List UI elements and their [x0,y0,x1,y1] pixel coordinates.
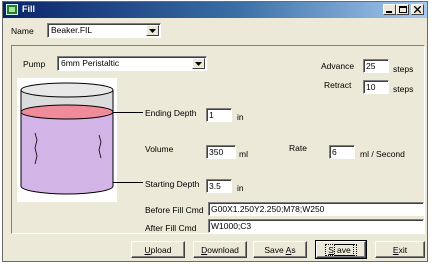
advance-input[interactable]: 25 [363,59,389,73]
save-as-label: Save As [264,244,296,255]
save-button[interactable]: Save [315,240,367,259]
advance-label: Advance [321,61,355,71]
upload-label: Upload [144,244,172,255]
name-value: Beaker.FIL [51,25,93,35]
ending-depth-input[interactable]: 1 [206,108,232,122]
pump-combo[interactable]: 6mm Peristaltic [57,56,207,71]
app-fill-icon [6,4,18,15]
title-bar[interactable]: Fill [3,2,427,18]
pump-label: Pump [23,59,46,69]
save-as-button[interactable]: Save As [253,241,307,258]
name-dropdown-button[interactable] [146,25,159,36]
pump-value: 6mm Peristaltic [61,58,120,68]
minimize-icon [386,11,392,13]
starting-depth-unit: in [237,183,244,193]
download-label: Download [201,244,239,255]
ending-depth-label: Ending Depth [145,108,197,118]
rate-input[interactable]: 6 [329,145,355,159]
window-controls [383,4,424,15]
exit-label: Exit [392,244,408,255]
volume-label: Volume [145,144,174,154]
maximize-icon [398,6,407,13]
starting-depth-label: Starting Depth [145,179,200,189]
starting-depth-input[interactable]: 3.5 [206,179,232,193]
name-combo[interactable]: Beaker.FIL [47,23,161,38]
minimize-button[interactable] [383,4,396,15]
close-button[interactable] [411,4,424,15]
retract-input[interactable]: 10 [363,80,389,94]
dropdown-arrow-icon [195,61,202,66]
after-fill-label: After Fill Cmd [145,223,197,233]
volume-unit: ml [239,149,248,159]
rate-label: Rate [289,143,307,153]
rate-unit: ml / Second [360,149,405,159]
advance-unit: steps [393,64,414,74]
exit-button[interactable]: Exit [375,241,425,258]
upload-button[interactable]: Upload [131,241,185,258]
before-fill-label: Before Fill Cmd [145,205,204,215]
before-fill-input[interactable]: G00X1.250Y2.250;M78;W250 [208,202,424,216]
after-fill-input[interactable]: W1000;C3 [208,219,424,233]
close-icon [414,6,421,13]
save-label: Save [325,243,357,256]
maximize-button[interactable] [396,4,409,15]
starting-depth-leader [113,182,143,183]
fill-window: Fill Name Beaker.FIL Pump 6mm Peristalti… [2,1,428,262]
ending-depth-leader [113,112,143,113]
name-label: Name [11,26,34,36]
ending-depth-unit: in [237,112,244,122]
dropdown-arrow-icon [149,28,156,33]
retract-unit: steps [393,84,414,94]
download-button[interactable]: Download [193,241,247,258]
window-title: Fill [22,4,35,14]
tank-graphic [17,78,117,202]
volume-input[interactable]: 350 [206,145,236,159]
pump-dropdown-button[interactable] [192,58,205,69]
retract-label: Retract [324,80,352,90]
